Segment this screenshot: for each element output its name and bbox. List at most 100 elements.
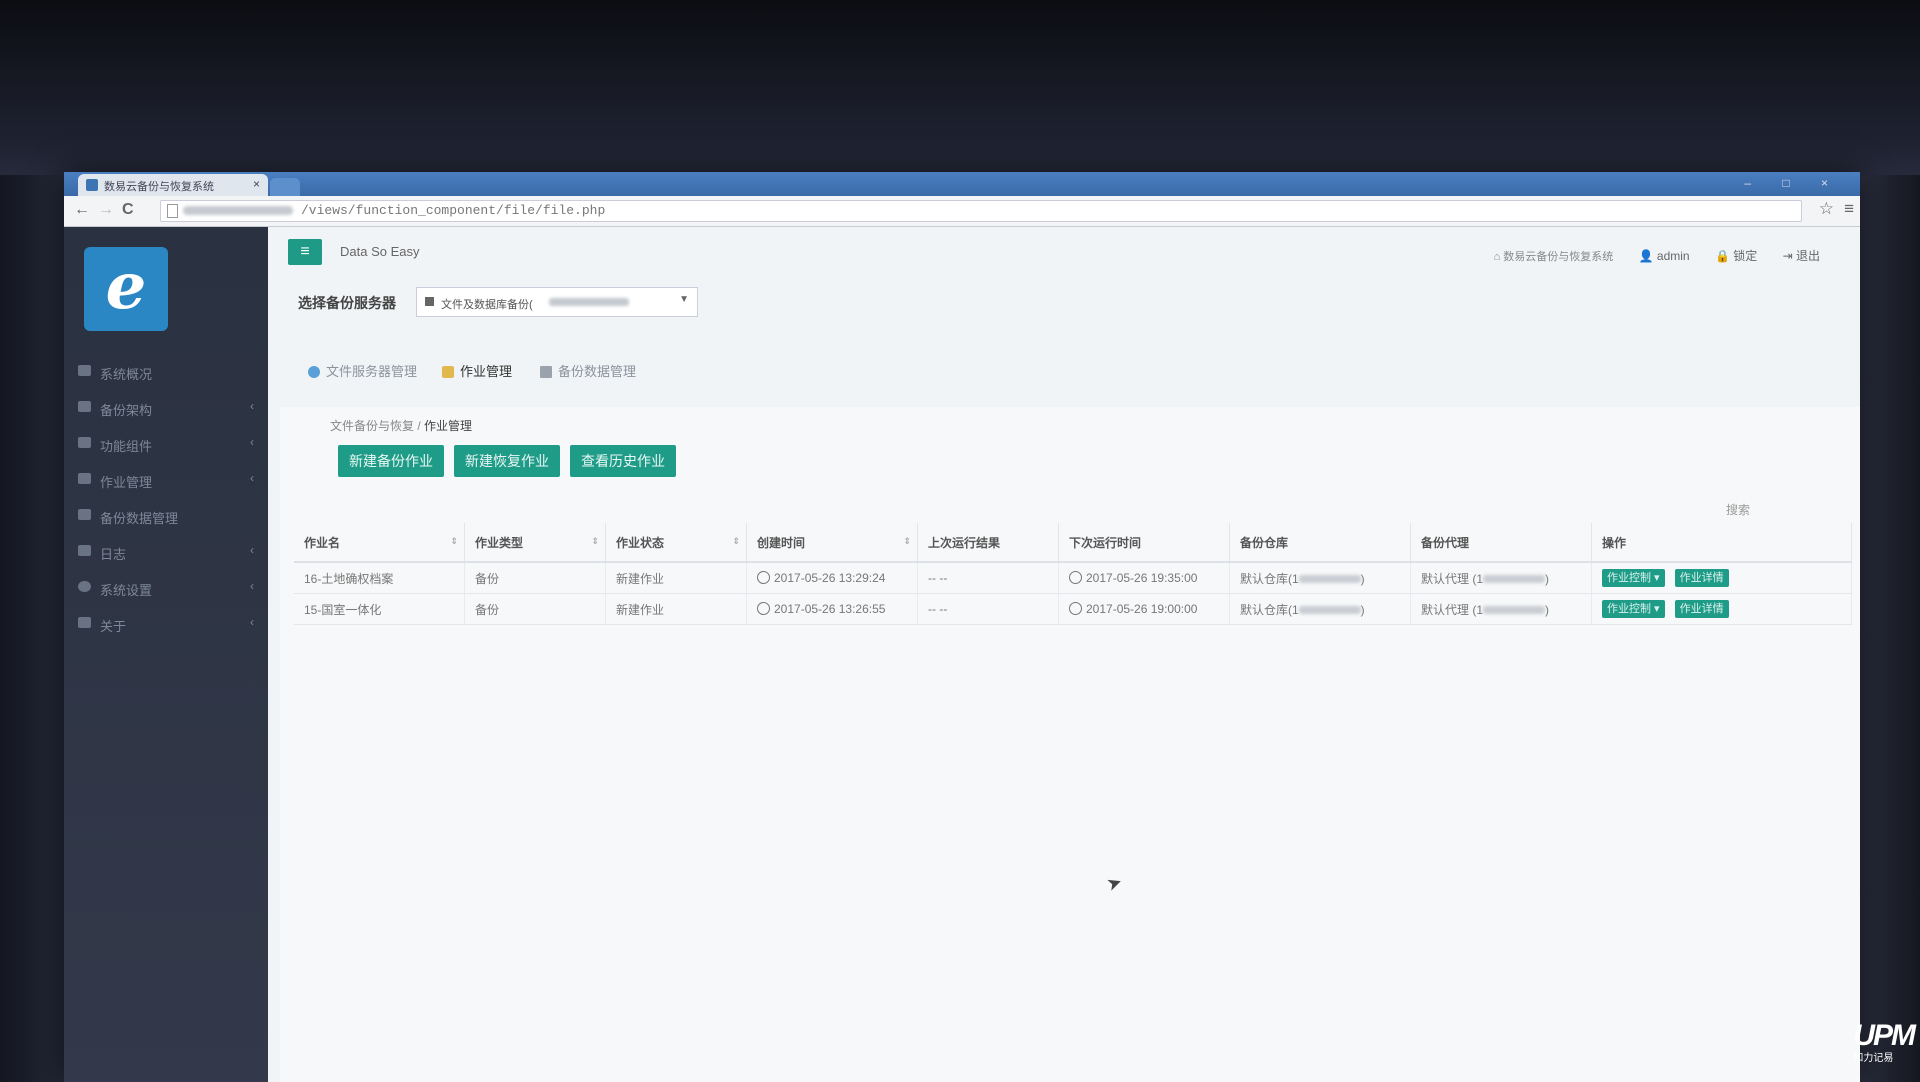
browser-window: 数易云备份与恢复系统 × – □ × ← → C /views/function… [64, 172, 1860, 1082]
main-panel: ≡ Data So Easy ⌂ 数易云备份与恢复系统 👤 admin 🔒 锁定… [268, 227, 1860, 1082]
repository: 默认仓库(1 [1240, 602, 1299, 617]
menu-toggle-icon[interactable]: ≡ [288, 239, 322, 265]
sidebar-item-label: 系统概况 [100, 367, 153, 382]
browser-menu-icon[interactable]: ≡ [1844, 199, 1854, 219]
sidebar-item-logs[interactable]: 日志 ‹ [64, 534, 268, 570]
column-header: 上次运行结果 [917, 523, 1059, 563]
job-detail-button[interactable]: 作业详情 [1674, 569, 1729, 587]
repository-cell: 默认仓库(1) [1229, 593, 1411, 625]
sidebar-item-overview[interactable]: 系统概况 [64, 354, 268, 390]
column-header[interactable]: 作业名 ⇕ [294, 523, 465, 563]
agent-cell: 默认代理 (1) [1410, 562, 1592, 594]
globe-icon [308, 366, 320, 378]
job-detail-button[interactable]: 作业详情 [1674, 600, 1729, 618]
components-icon [78, 437, 91, 448]
agent: 默认代理 (1 [1421, 602, 1484, 617]
sidebar-item-about[interactable]: 关于 ‹ [64, 606, 268, 642]
page-icon [167, 204, 178, 218]
clock-icon [757, 602, 770, 615]
reload-icon[interactable]: C [122, 201, 134, 219]
bookmark-star-icon[interactable]: ☆ [1819, 199, 1834, 219]
tab-label: 作业管理 [460, 364, 513, 379]
column-header[interactable]: 创建时间 ⇕ [746, 523, 918, 563]
user-menu[interactable]: 👤 admin [1639, 249, 1690, 263]
database-icon [540, 366, 552, 378]
breadcrumb-parent[interactable]: 文件备份与恢复 / [330, 419, 421, 433]
sidebar-item-backup-architecture[interactable]: 备份架构 ‹ [64, 390, 268, 426]
sidebar-item-backup-data[interactable]: 备份数据管理 [64, 498, 268, 534]
lock-link[interactable]: 🔒 锁定 [1715, 249, 1757, 263]
agent-suffix: ) [1545, 602, 1550, 617]
tab-job-management[interactable]: 作业管理 [442, 361, 512, 391]
log-icon [78, 545, 91, 556]
url-input[interactable]: /views/function_component/file/file.php [160, 200, 1802, 222]
column-header-label: 备份代理 [1421, 535, 1470, 550]
tab-file-server[interactable]: 文件服务器管理 [308, 361, 417, 391]
watermark-brand: UPM [1853, 1019, 1916, 1052]
agent-cell: 默认代理 (1) [1410, 593, 1592, 625]
column-header: 操作 [1591, 523, 1852, 563]
column-header[interactable]: 作业状态 ⇕ [605, 523, 747, 563]
last-result: -- -- [917, 562, 1059, 594]
chevron-left-icon: ‹ [250, 615, 254, 629]
chevron-down-icon: ▼ [679, 294, 689, 305]
logout-link[interactable]: ⇥ 退出 [1783, 249, 1820, 263]
column-header: 备份仓库 [1229, 523, 1411, 563]
sidebar-item-jobs[interactable]: 作业管理 ‹ [64, 462, 268, 498]
info-icon [78, 617, 91, 628]
back-arrow-icon[interactable]: ← [74, 201, 90, 219]
redacted-host [183, 206, 293, 215]
column-header[interactable]: 作业类型 ⇕ [464, 523, 606, 563]
browser-tab[interactable]: 数易云备份与恢复系统 × [78, 174, 268, 196]
tab-label: 备份数据管理 [558, 364, 637, 379]
logout-label: 退出 [1795, 249, 1820, 263]
sidebar-item-label: 备份架构 [100, 403, 153, 418]
dashboard-icon [78, 365, 91, 376]
window-controls[interactable]: – □ × [1744, 176, 1842, 190]
column-header-label: 上次运行结果 [928, 535, 1001, 550]
column-header-label: 操作 [1602, 535, 1627, 550]
close-tab-icon[interactable]: × [253, 177, 260, 191]
new-tab-button[interactable] [270, 178, 300, 196]
new-backup-job-button[interactable]: 新建备份作业 [338, 445, 444, 477]
last-result: -- -- [917, 593, 1059, 625]
sidebar-item-label: 作业管理 [100, 475, 153, 490]
job-control-dropdown[interactable]: 作业控制 ▾ [1602, 569, 1665, 587]
column-header-label: 作业类型 [475, 535, 524, 550]
repository-cell: 默认仓库(1) [1229, 562, 1411, 594]
sidebar-item-label: 关于 [100, 619, 127, 634]
lock-label: 锁定 [1733, 249, 1758, 263]
tab-title: 数易云备份与恢复系统 [104, 181, 214, 193]
column-header-label: 作业状态 [616, 535, 665, 550]
address-bar: ← → C /views/function_component/file/fil… [64, 196, 1860, 227]
column-header-label: 创建时间 [757, 535, 806, 550]
username: admin [1656, 249, 1690, 263]
redacted-address [1298, 605, 1361, 614]
column-header: 备份代理 [1410, 523, 1592, 563]
agent-suffix: ) [1545, 571, 1550, 586]
redacted-address [1298, 574, 1361, 583]
server-select[interactable]: 文件及数据库备份( ▼ [416, 287, 698, 317]
sort-icon: ⇕ [903, 536, 911, 546]
sidebar-item-settings[interactable]: 系统设置 ‹ [64, 570, 268, 606]
system-name: 数易云备份与恢复系统 [1503, 251, 1614, 263]
table-row: 15-国室一体化 备份 新建作业 2017-05-26 13:26:55 -- … [294, 593, 1852, 625]
chevron-left-icon: ‹ [250, 399, 254, 413]
home-link[interactable]: ⌂ 数易云备份与恢复系统 [1494, 251, 1614, 263]
gear-icon [78, 581, 91, 592]
view-history-button[interactable]: 查看历史作业 [570, 445, 676, 477]
tab-label: 文件服务器管理 [326, 364, 418, 379]
redacted-address [549, 298, 629, 306]
tab-backup-data[interactable]: 备份数据管理 [540, 361, 636, 391]
monitor-bezel-right [1860, 175, 1920, 1082]
column-header-label: 备份仓库 [1240, 535, 1289, 550]
clock-icon [757, 571, 770, 584]
job-control-dropdown[interactable]: 作业控制 ▾ [1602, 600, 1665, 618]
server-icon [425, 297, 434, 306]
forward-arrow-icon[interactable]: → [98, 201, 114, 219]
new-restore-job-button[interactable]: 新建恢复作业 [454, 445, 560, 477]
user-nav: ⌂ 数易云备份与恢复系统 👤 admin 🔒 锁定 ⇥ 退出 [1472, 247, 1820, 264]
created-time-cell: 2017-05-26 13:29:24 [746, 562, 918, 594]
sort-icon: ⇕ [732, 536, 740, 546]
sidebar-item-components[interactable]: 功能组件 ‹ [64, 426, 268, 462]
